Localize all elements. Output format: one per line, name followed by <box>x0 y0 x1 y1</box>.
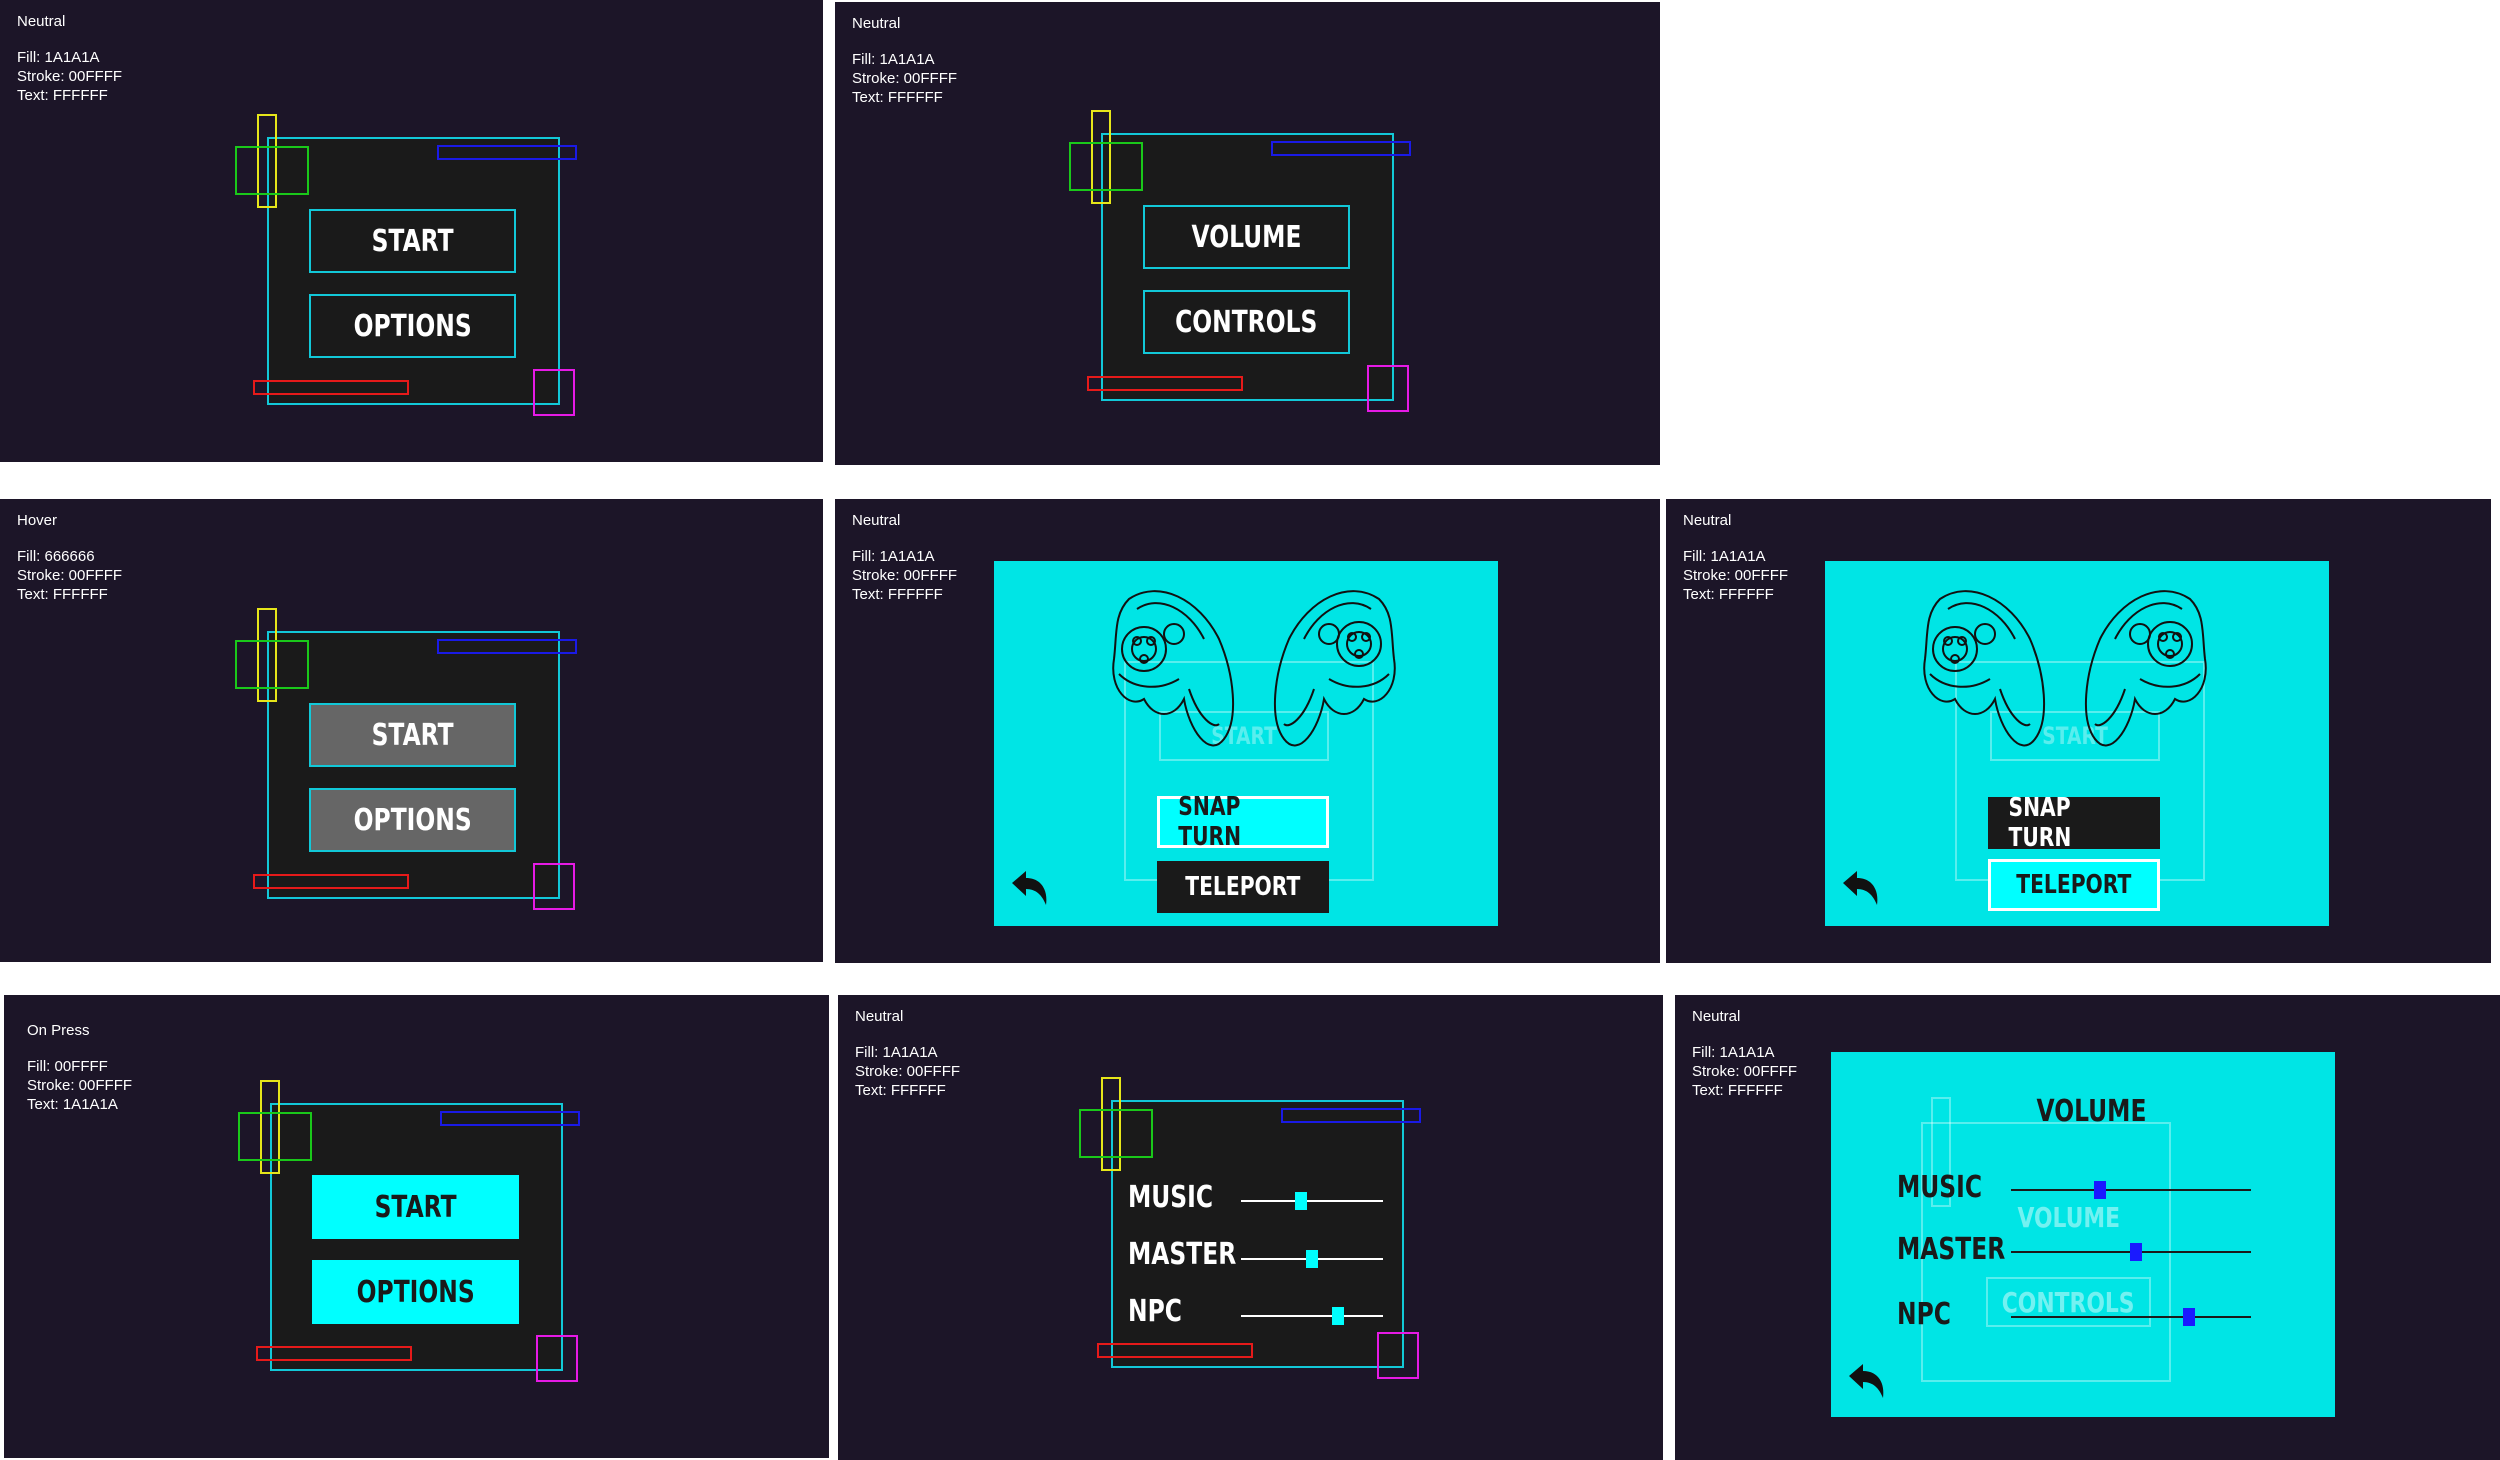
slider-row-master: MASTER <box>1897 1232 2036 1267</box>
text-spec: Text: 1A1A1A <box>27 1096 118 1113</box>
fill-spec: Fill: 1A1A1A <box>1683 548 1766 565</box>
state-info: Neutral Fill: 1A1A1A Stroke: 00FFFF Text… <box>17 12 122 105</box>
volume-button[interactable]: VOLUME <box>1143 205 1350 269</box>
text-spec: Text: FFFFFF <box>852 89 943 106</box>
state-label: Neutral <box>1683 512 1732 529</box>
state-label: Neutral <box>855 1008 904 1025</box>
slider-knob-master[interactable] <box>2129 1243 2142 1261</box>
slider-label: MUSIC <box>1897 1170 1983 1205</box>
main-menu: START OPTIONS <box>267 631 560 899</box>
back-arrow-icon[interactable] <box>1845 1362 1889 1402</box>
teleport-button[interactable]: TELEPORT <box>1988 859 2160 911</box>
slider-label: MASTER <box>1897 1232 2006 1267</box>
slider-row-music: MUSIC <box>1897 1170 2006 1205</box>
ghost-volume-label: VOLUME <box>2017 1200 2120 1234</box>
main-menu: START OPTIONS <box>267 137 560 405</box>
state-info: Neutral Fill: 1A1A1A Stroke: 00FFFF Text… <box>852 511 957 604</box>
stroke-spec: Stroke: 00FFFF <box>1692 1063 1798 1080</box>
state-label: Neutral <box>852 15 901 32</box>
stroke-spec: Stroke: 00FFFF <box>852 70 958 87</box>
slider-track-music[interactable] <box>2011 1189 2251 1191</box>
options-button[interactable]: OPTIONS <box>312 1260 519 1324</box>
panel-controls-snap: Neutral Fill: 1A1A1A Stroke: 00FFFF Text… <box>835 499 1660 963</box>
slider-knob-npc[interactable] <box>1331 1307 1344 1325</box>
state-info: Neutral Fill: 1A1A1A Stroke: 00FFFF Text… <box>1692 1007 1797 1100</box>
state-info: Neutral Fill: 1A1A1A Stroke: 00FFFF Text… <box>1683 511 1788 604</box>
slider-row-npc: NPC <box>1128 1294 1197 1329</box>
fill-spec: Fill: 1A1A1A <box>855 1044 938 1061</box>
state-info: Neutral Fill: 1A1A1A Stroke: 00FFFF Text… <box>852 14 957 107</box>
start-button[interactable]: START <box>312 1175 519 1239</box>
state-label: Neutral <box>852 512 901 529</box>
slider-track-npc[interactable] <box>1241 1315 1383 1317</box>
state-info: Hover Fill: 666666 Stroke: 00FFFF Text: … <box>17 511 122 604</box>
state-info: Neutral Fill: 1A1A1A Stroke: 00FFFF Text… <box>855 1007 960 1100</box>
stroke-spec: Stroke: 00FFFF <box>852 567 958 584</box>
text-spec: Text: FFFFFF <box>17 586 108 603</box>
slider-knob-music[interactable] <box>2093 1181 2106 1199</box>
state-label: Neutral <box>1692 1008 1741 1025</box>
slider-label: MUSIC <box>1128 1180 1214 1215</box>
slider-label: NPC <box>1897 1297 1951 1332</box>
text-spec: Text: FFFFFF <box>852 586 943 603</box>
stroke-spec: Stroke: 00FFFF <box>17 68 123 85</box>
back-arrow-icon[interactable] <box>1839 869 1883 909</box>
controls-screen: START SNAP TURN TELEPORT <box>994 561 1498 926</box>
controls-button[interactable]: CONTROLS <box>1143 290 1350 354</box>
slider-track-music[interactable] <box>1241 1200 1383 1202</box>
panel-controls-teleport: Neutral Fill: 1A1A1A Stroke: 00FFFF Text… <box>1666 499 2491 963</box>
start-button[interactable]: START <box>309 703 516 767</box>
panel-volume-cyan: Neutral Fill: 1A1A1A Stroke: 00FFFF Text… <box>1675 995 2500 1460</box>
ghost-controls-label: CONTROLS <box>2002 1285 2135 1319</box>
ghost-controls-frame: CONTROLS <box>1986 1277 2151 1327</box>
state-label: On Press <box>27 1022 90 1039</box>
start-button[interactable]: START <box>309 209 516 273</box>
volume-menu: MUSIC MASTER NPC <box>1111 1100 1404 1368</box>
snap-turn-button[interactable]: SNAP TURN <box>1157 792 1329 852</box>
stroke-spec: Stroke: 00FFFF <box>855 1063 961 1080</box>
slider-row-npc: NPC <box>1897 1297 1966 1332</box>
snap-turn-button[interactable]: SNAP TURN <box>1988 793 2160 853</box>
slider-knob-master[interactable] <box>1306 1250 1318 1268</box>
panel-main-hover: Hover Fill: 666666 Stroke: 00FFFF Text: … <box>0 499 823 962</box>
volume-screen: VOLUME CONTROLS VOLUME MUSIC MASTER NPC <box>1831 1052 2335 1417</box>
panel-volume-neutral: Neutral Fill: 1A1A1A Stroke: 00FFFF Text… <box>838 995 1663 1460</box>
slider-knob-npc[interactable] <box>2182 1308 2195 1326</box>
text-spec: Text: FFFFFF <box>855 1082 946 1099</box>
slider-label: NPC <box>1128 1294 1182 1329</box>
stroke-spec: Stroke: 00FFFF <box>17 567 123 584</box>
text-spec: Text: FFFFFF <box>1683 586 1774 603</box>
options-button[interactable]: OPTIONS <box>309 294 516 358</box>
stroke-spec: Stroke: 00FFFF <box>27 1077 133 1094</box>
teleport-button[interactable]: TELEPORT <box>1157 861 1329 913</box>
fill-spec: Fill: 1A1A1A <box>852 51 935 68</box>
state-label: Hover <box>17 512 58 529</box>
volume-title: VOLUME <box>2036 1094 2147 1129</box>
text-spec: Text: FFFFFF <box>1692 1082 1783 1099</box>
vr-controllers-icon <box>1923 590 2207 747</box>
fill-spec: Fill: 1A1A1A <box>852 548 935 565</box>
panel-main-neutral: Neutral Fill: 1A1A1A Stroke: 00FFFF Text… <box>0 0 823 462</box>
state-label: Neutral <box>17 13 66 30</box>
fill-spec: Fill: 00FFFF <box>27 1058 108 1075</box>
fill-spec: Fill: 666666 <box>17 548 95 565</box>
slider-label: MASTER <box>1128 1237 1237 1272</box>
fill-spec: Fill: 1A1A1A <box>17 49 100 66</box>
panel-options-neutral: Neutral Fill: 1A1A1A Stroke: 00FFFF Text… <box>835 2 1660 465</box>
state-info: On Press Fill: 00FFFF Stroke: 00FFFF Tex… <box>27 1021 132 1114</box>
text-spec: Text: FFFFFF <box>17 87 108 104</box>
stroke-spec: Stroke: 00FFFF <box>1683 567 1789 584</box>
slider-track-npc[interactable] <box>2011 1316 2251 1318</box>
panel-main-press: On Press Fill: 00FFFF Stroke: 00FFFF Tex… <box>4 995 829 1458</box>
vr-controllers-icon <box>1112 590 1396 747</box>
slider-row-master: MASTER <box>1128 1237 1267 1272</box>
slider-row-music: MUSIC <box>1128 1180 1237 1215</box>
fill-spec: Fill: 1A1A1A <box>1692 1044 1775 1061</box>
options-menu: VOLUME CONTROLS <box>1101 133 1394 401</box>
slider-knob-music[interactable] <box>1294 1192 1307 1210</box>
controls-screen: START SNAP TURN TELEPORT <box>1825 561 2329 926</box>
back-arrow-icon[interactable] <box>1008 869 1052 909</box>
options-button[interactable]: OPTIONS <box>309 788 516 852</box>
main-menu: START OPTIONS <box>270 1103 563 1371</box>
